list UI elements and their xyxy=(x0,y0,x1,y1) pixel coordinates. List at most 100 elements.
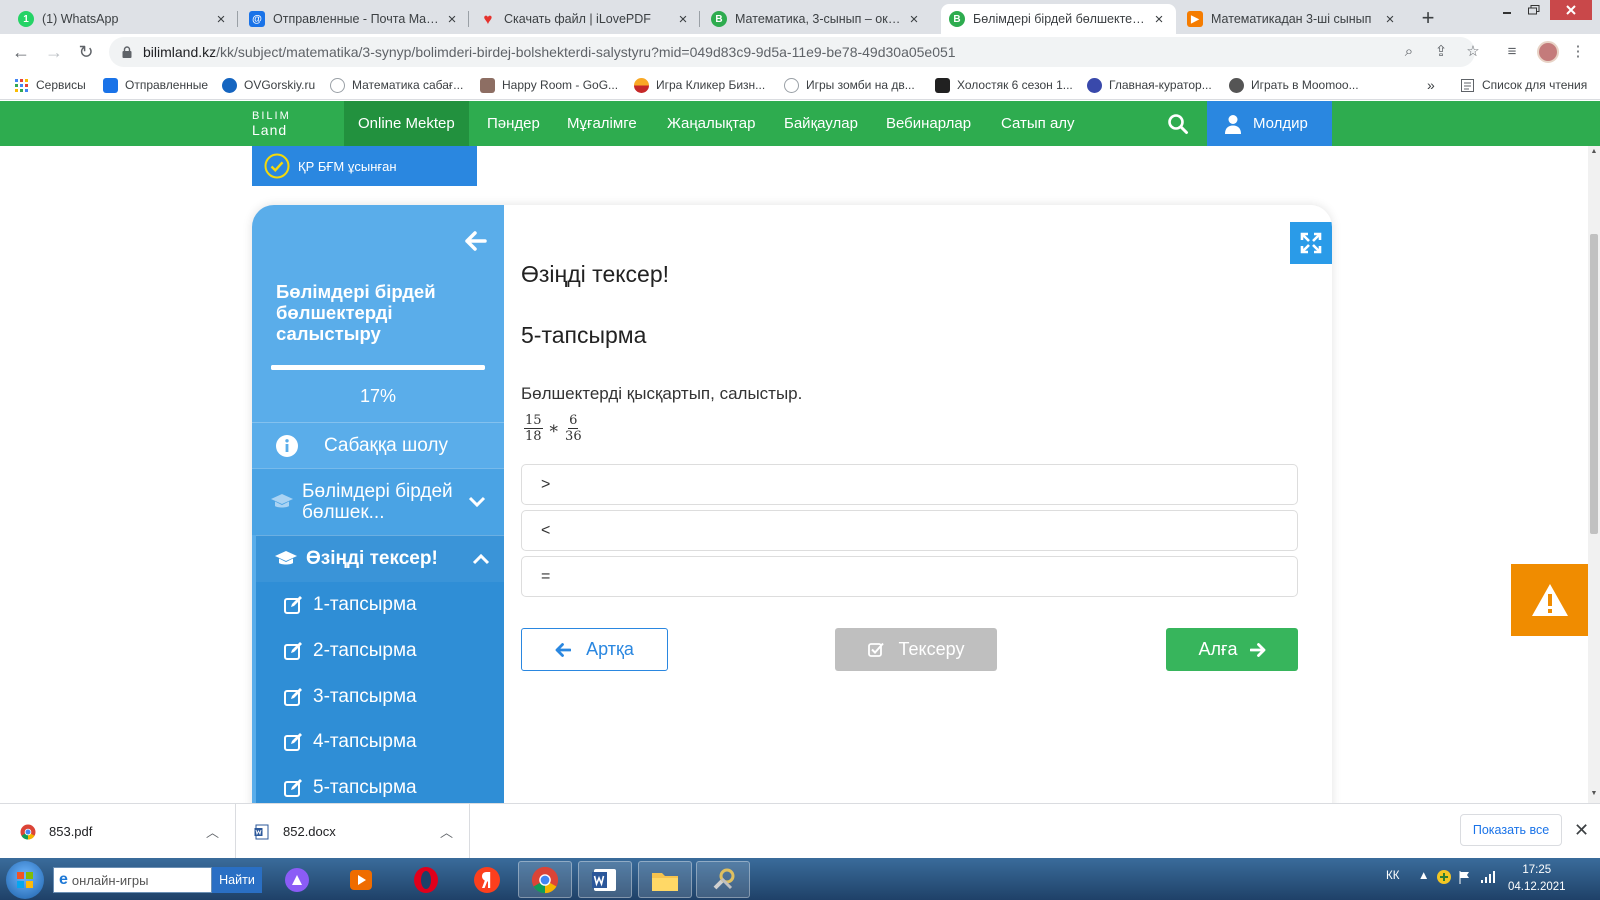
sidebar-task-1[interactable]: 1-тапсырма xyxy=(284,582,417,628)
tab-video[interactable]: ▶ Математикадан 3-ші сынып × xyxy=(1179,4,1407,34)
chevron-up-icon[interactable]: ︿ xyxy=(206,822,219,841)
sidebar-task-3[interactable]: 3-тапсырма xyxy=(284,674,417,720)
tab-active-lesson[interactable]: B Бөлімдері бірдей бөлшектерд × xyxy=(941,4,1176,34)
next-button[interactable]: Алға xyxy=(1166,628,1298,671)
reading-list-button[interactable]: Список для чтения xyxy=(1460,76,1587,94)
chevron-up-icon xyxy=(472,553,490,565)
chevron-up-icon[interactable]: ︿ xyxy=(440,822,453,841)
answer-option-equal[interactable]: = xyxy=(521,556,1298,597)
user-menu-button[interactable]: Молдир xyxy=(1207,101,1332,146)
task-label: 2-тапсырма xyxy=(313,640,417,661)
tab-whatsapp[interactable]: 1 (1) WhatsApp × xyxy=(10,4,238,34)
back-button[interactable]: Артқа xyxy=(521,628,668,671)
nav-webinars[interactable]: Вебинарлар xyxy=(886,101,971,146)
answer-option-greater[interactable]: > xyxy=(521,464,1298,505)
scroll-down-icon[interactable]: ▼ xyxy=(1590,790,1598,797)
word-taskbar-icon[interactable] xyxy=(578,861,632,898)
menu-kebab-icon[interactable]: ⋮ xyxy=(1568,42,1588,62)
language-indicator[interactable]: КК xyxy=(1386,870,1399,882)
show-all-downloads-button[interactable]: Показать все xyxy=(1460,814,1562,846)
bookmark-holostyak[interactable]: Холостяк 6 сезон 1... xyxy=(935,76,1073,94)
close-tab-icon[interactable]: × xyxy=(443,11,461,28)
close-downloads-icon[interactable]: ✕ xyxy=(1574,820,1589,841)
edit-icon xyxy=(284,688,302,706)
restore-icon[interactable] xyxy=(1523,0,1545,20)
taskbar-search-input[interactable]: e онлайн-игры xyxy=(53,867,212,893)
tab-ilovepdf[interactable]: ♥ Скачать файл | iLovePDF × xyxy=(472,4,700,34)
reading-mode-icon[interactable]: ≡ xyxy=(1502,42,1522,62)
arrow-right-icon xyxy=(1249,642,1265,657)
nav-news[interactable]: Жаңалықтар xyxy=(667,101,755,146)
reload-icon[interactable]: ↻ xyxy=(76,42,96,62)
media-player-icon[interactable] xyxy=(334,861,388,898)
system-clock[interactable]: 17:25 04.12.2021 xyxy=(1508,862,1566,896)
network-icon[interactable] xyxy=(1480,870,1496,887)
zoom-icon[interactable]: ⌕ xyxy=(1400,43,1418,61)
action-center-flag-icon[interactable] xyxy=(1458,870,1472,887)
tab-mail[interactable]: @ Отправленные - Почта Mail.ru × xyxy=(241,4,469,34)
share-icon[interactable]: ⇪ xyxy=(1432,43,1450,61)
check-button[interactable]: Тексеру xyxy=(835,628,997,671)
address-bar[interactable]: bilimland.kz/kk/subject/matematika/3-syn… xyxy=(109,37,1475,67)
tools-icon[interactable] xyxy=(696,861,750,898)
bookmark-moomoo[interactable]: Играть в Moomoo... xyxy=(1229,76,1359,94)
profile-avatar[interactable] xyxy=(1537,41,1559,63)
yandex-browser-icon[interactable] xyxy=(460,861,514,898)
nav-contests[interactable]: Байқаулар xyxy=(784,101,858,146)
tray-expand-icon[interactable]: ▲ xyxy=(1418,870,1429,882)
sidebar-item-overview[interactable]: Сабаққа шолу xyxy=(252,422,504,468)
nav-buy[interactable]: Сатып алу xyxy=(1001,101,1075,146)
forward-arrow-icon[interactable]: → xyxy=(44,42,64,62)
opera-icon[interactable] xyxy=(399,861,453,898)
file-explorer-icon[interactable] xyxy=(638,861,692,898)
bookmark-services[interactable]: Сервисы xyxy=(14,76,86,94)
close-window-icon[interactable] xyxy=(1550,0,1592,20)
download-item-pdf[interactable]: 853.pdf ︿ xyxy=(0,804,236,859)
bookmark-star-icon[interactable]: ☆ xyxy=(1464,43,1482,61)
nav-subjects[interactable]: Пәндер xyxy=(487,101,540,146)
chrome-taskbar-icon[interactable] xyxy=(518,861,572,898)
minimize-icon[interactable] xyxy=(1496,0,1518,20)
taskbar-search-button[interactable]: Найти xyxy=(212,867,262,893)
sidebar-section-lesson[interactable]: Бөлімдері бірдей бөлшек... xyxy=(252,468,504,535)
close-tab-icon[interactable]: × xyxy=(905,11,923,28)
search-icon[interactable] xyxy=(1167,113,1189,135)
close-tab-icon[interactable]: × xyxy=(1150,11,1168,28)
new-tab-button[interactable]: + xyxy=(1415,6,1441,32)
sidebar-task-5[interactable]: 5-тапсырма xyxy=(284,765,417,803)
start-button[interactable] xyxy=(6,861,44,899)
tab-matematika[interactable]: B Математика, 3-сынып – окушы × xyxy=(703,4,931,34)
bookmark-zombie[interactable]: Игры зомби на дв... xyxy=(784,76,915,94)
bookmark-ovgorskiy[interactable]: OVGorskiy.ru xyxy=(222,76,315,94)
bookmarks-overflow-button[interactable]: » xyxy=(1427,76,1435,94)
sidebar-task-2[interactable]: 2-тапсырма xyxy=(284,628,417,674)
nav-teachers[interactable]: Мұғалімге xyxy=(567,101,637,146)
bookmark-kurator[interactable]: Главная-куратор... xyxy=(1087,76,1212,94)
scroll-up-icon[interactable]: ▲ xyxy=(1590,148,1598,155)
alice-icon[interactable] xyxy=(270,861,324,898)
bookmark-sent[interactable]: Отправленные xyxy=(103,76,208,94)
sidebar-section-self-check[interactable]: Өзіңді тексер! xyxy=(256,535,504,582)
arrow-left-icon[interactable] xyxy=(464,229,488,253)
scrollbar-thumb[interactable] xyxy=(1590,234,1598,534)
bookmark-matematika[interactable]: Математика сабағ... xyxy=(330,76,463,94)
tray-app-icon[interactable] xyxy=(1436,869,1452,888)
page-scrollbar[interactable]: ▲ ▼ xyxy=(1588,146,1600,803)
answer-option-less[interactable]: < xyxy=(521,510,1298,551)
close-tab-icon[interactable]: × xyxy=(1381,11,1399,28)
sidebar-task-4[interactable]: 4-тапсырма xyxy=(284,719,417,765)
url-path: /kk/subject/matematika/3-synyp/bolimderi… xyxy=(216,44,956,60)
bookmark-happy-room[interactable]: Happy Room - GoG... xyxy=(480,76,618,94)
close-tab-icon[interactable]: × xyxy=(212,11,230,28)
nav-online-mektep[interactable]: Online Mektep xyxy=(344,101,469,146)
close-tab-icon[interactable]: × xyxy=(674,11,692,28)
bilimland-logo[interactable]: BILIM Land xyxy=(252,109,291,137)
next-button-label: Алға xyxy=(1198,639,1238,659)
download-item-docx[interactable]: 852.docx ︿ xyxy=(236,804,470,859)
report-error-button[interactable] xyxy=(1511,564,1588,636)
bookmark-clicker[interactable]: Игра Кликер Бизн... xyxy=(634,76,765,94)
back-arrow-icon[interactable]: ← xyxy=(11,42,31,62)
fullscreen-button[interactable] xyxy=(1290,222,1332,264)
edit-icon xyxy=(284,596,302,614)
globe-icon xyxy=(1229,77,1244,93)
